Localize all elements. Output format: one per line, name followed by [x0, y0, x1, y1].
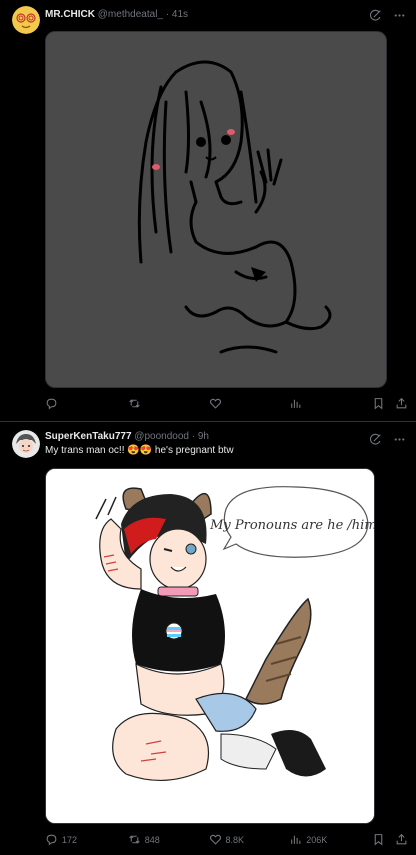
- retweet-icon: [128, 835, 140, 844]
- grok-icon[interactable]: [368, 8, 382, 22]
- avatar[interactable]: [12, 430, 40, 458]
- like-count: 8.8K: [225, 834, 245, 845]
- timestamp[interactable]: 9h: [198, 431, 209, 442]
- more-icon[interactable]: [392, 432, 406, 446]
- tweet-header: MR.CHICK @methdeatal_ · 41s: [45, 9, 188, 20]
- views-button[interactable]: [289, 397, 372, 410]
- action-bar: [45, 397, 408, 410]
- grok-icon[interactable]: [368, 432, 382, 446]
- separator: ·: [191, 431, 196, 442]
- author-name[interactable]: MR.CHICK: [45, 9, 95, 20]
- timestamp[interactable]: 41s: [172, 9, 188, 20]
- reply-icon: [46, 398, 57, 410]
- retweet-count: 848: [144, 834, 160, 845]
- share-icon[interactable]: [395, 833, 408, 846]
- tweet-image[interactable]: My Pronouns are he /him!: [45, 468, 375, 824]
- like-icon: [209, 398, 221, 409]
- views-icon: [291, 399, 301, 408]
- speech-bubble-text: My Pronouns are he /him!: [209, 518, 375, 533]
- reply-button[interactable]: [45, 397, 128, 410]
- action-bar: 172 848 8.8K 206K: [45, 833, 408, 846]
- tweet[interactable]: SuperKenTaku777 @poondood · 9h My trans …: [0, 424, 416, 855]
- bookmark-icon[interactable]: [372, 833, 385, 846]
- tweet-text: My trans man oc!! 😍😍 he's pregnant btw: [45, 445, 234, 456]
- bookmark-icon[interactable]: [372, 397, 385, 410]
- more-icon[interactable]: [392, 8, 406, 22]
- drawing-image: [46, 32, 386, 387]
- author-handle[interactable]: @methdeatal_: [98, 9, 163, 20]
- author-name[interactable]: SuperKenTaku777: [45, 431, 132, 442]
- retweet-button[interactable]: [128, 397, 209, 410]
- separator: ·: [165, 9, 170, 20]
- views-button[interactable]: 206K: [289, 833, 372, 846]
- reply-button[interactable]: 172: [45, 833, 128, 846]
- retweet-icon: [128, 399, 140, 408]
- like-button[interactable]: 8.8K: [209, 833, 290, 846]
- tweet-header: SuperKenTaku777 @poondood · 9h: [45, 431, 209, 442]
- views-icon: [291, 835, 301, 844]
- tweet[interactable]: MR.CHICK @methdeatal_ · 41s: [0, 0, 416, 422]
- avatar[interactable]: [12, 6, 40, 34]
- reply-icon: [46, 834, 57, 846]
- views-count: 206K: [306, 834, 328, 845]
- drawing-image: My Pronouns are he /him!: [46, 469, 375, 823]
- tweet-image[interactable]: [45, 31, 387, 388]
- author-handle[interactable]: @poondood: [134, 431, 189, 442]
- retweet-button[interactable]: 848: [128, 833, 209, 846]
- like-icon: [209, 834, 221, 845]
- divider: [0, 421, 416, 422]
- reply-count: 172: [62, 834, 78, 845]
- share-icon[interactable]: [395, 397, 408, 410]
- like-button[interactable]: [209, 397, 290, 410]
